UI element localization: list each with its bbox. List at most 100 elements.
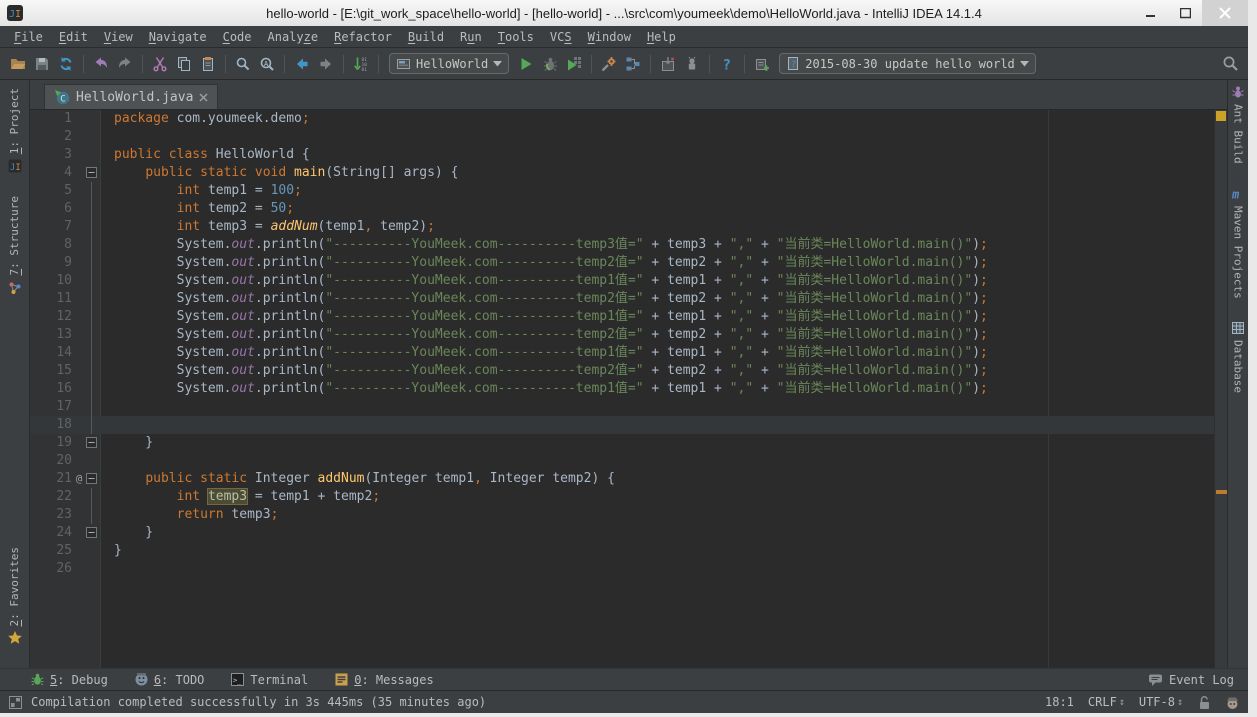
menu-item-analyze[interactable]: Analyze — [260, 28, 327, 46]
tool-button-7-structure[interactable]: 7: Structure — [7, 196, 23, 295]
code-line[interactable]: 23 return temp3; — [30, 506, 1214, 524]
code-line[interactable]: 17 — [30, 398, 1214, 416]
code-line[interactable]: 6 int temp2 = 50; — [30, 200, 1214, 218]
code-line[interactable]: 2 — [30, 128, 1214, 146]
menu-item-edit[interactable]: Edit — [51, 28, 96, 46]
menu-item-tools[interactable]: Tools — [490, 28, 542, 46]
menu-item-run[interactable]: Run — [452, 28, 490, 46]
code-editor[interactable]: 1package com.youmeek.demo;23public class… — [30, 110, 1214, 668]
fold-minus-icon[interactable] — [86, 167, 97, 178]
back-button[interactable] — [290, 52, 314, 76]
fold-region[interactable] — [84, 470, 100, 488]
menu-item-vcs[interactable]: VCS — [542, 28, 580, 46]
search-everywhere-button[interactable] — [1218, 52, 1242, 76]
status-widget-utf-8[interactable]: UTF-8↕ — [1139, 695, 1183, 709]
run-button[interactable] — [514, 52, 538, 76]
tool-button-2-favorites[interactable]: 2: Favorites — [7, 547, 23, 646]
code-line[interactable]: 7 int temp3 = addNum(temp1, temp2); — [30, 218, 1214, 236]
vcs-commit-button[interactable] — [750, 52, 774, 76]
gutter-space — [74, 326, 84, 344]
menu-item-navigate[interactable]: Navigate — [141, 28, 215, 46]
code-line[interactable]: 8 System.out.println("----------YouMeek.… — [30, 236, 1214, 254]
status-widget-18-1[interactable]: 18:1 — [1045, 695, 1074, 709]
save-all-button[interactable] — [30, 52, 54, 76]
find-button[interactable] — [231, 52, 255, 76]
code-line[interactable]: 1package com.youmeek.demo; — [30, 110, 1214, 128]
cut-button[interactable] — [148, 52, 172, 76]
menu-item-window[interactable]: Window — [580, 28, 639, 46]
menu-item-refactor[interactable]: Refactor — [326, 28, 400, 46]
code-line[interactable]: 12 System.out.println("----------YouMeek… — [30, 308, 1214, 326]
settings-button[interactable] — [597, 52, 621, 76]
warning-stripe-mark[interactable] — [1216, 490, 1227, 494]
fold-minus-icon[interactable] — [86, 527, 97, 538]
menu-item-build[interactable]: Build — [400, 28, 452, 46]
close-tab-icon[interactable] — [199, 93, 208, 102]
code-line[interactable]: 24 } — [30, 524, 1214, 542]
fold-region[interactable] — [84, 164, 100, 182]
menu-item-view[interactable]: View — [96, 28, 141, 46]
code-line[interactable]: 10 System.out.println("----------YouMeek… — [30, 272, 1214, 290]
code-line[interactable]: 3public class HelloWorld { — [30, 146, 1214, 164]
tool-button-database[interactable]: Database — [1230, 320, 1246, 393]
code-line[interactable]: 14 System.out.println("----------YouMeek… — [30, 344, 1214, 362]
code-line[interactable]: 20 — [30, 452, 1214, 470]
menu-item-help[interactable]: Help — [639, 28, 684, 46]
install-package-button[interactable] — [656, 52, 680, 76]
vcs-message-combo[interactable]: ?2015-08-30 update hello world — [779, 53, 1036, 74]
tool-button-maven-projects[interactable]: mMaven Projects — [1230, 186, 1246, 299]
help-button[interactable]: ? — [715, 52, 739, 76]
replace-button[interactable]: A — [255, 52, 279, 76]
bottom-bar-right: Event Log — [1148, 673, 1234, 687]
run-coverage-button[interactable] — [562, 52, 586, 76]
tool-button-terminal[interactable]: >_Terminal — [230, 672, 308, 687]
compare-history-button[interactable]: 011001 — [349, 52, 373, 76]
code-line[interactable]: 9 System.out.println("----------YouMeek.… — [30, 254, 1214, 272]
code-line[interactable]: 18 — [30, 416, 1214, 434]
error-stripe[interactable] — [1214, 110, 1227, 668]
android-button[interactable] — [680, 52, 704, 76]
code-line[interactable]: 26 — [30, 560, 1214, 578]
close-button[interactable] — [1202, 0, 1248, 26]
project-structure-button[interactable] — [621, 52, 645, 76]
code-line[interactable]: 25} — [30, 542, 1214, 560]
code-line[interactable]: 11 System.out.println("----------YouMeek… — [30, 290, 1214, 308]
debug-button[interactable] — [538, 52, 562, 76]
unlock-icon[interactable] — [1197, 695, 1211, 710]
maximize-button[interactable] — [1168, 0, 1202, 26]
fold-minus-icon[interactable] — [86, 473, 97, 484]
toolwindow-toggle-icon[interactable] — [8, 695, 23, 710]
code-line[interactable]: 16 System.out.println("----------YouMeek… — [30, 380, 1214, 398]
status-widget-crlf[interactable]: CRLF↕ — [1088, 695, 1125, 709]
code-line[interactable]: 13 System.out.println("----------YouMeek… — [30, 326, 1214, 344]
minimize-button[interactable] — [1134, 0, 1168, 26]
synchronize-button[interactable] — [54, 52, 78, 76]
inspector-icon[interactable] — [1225, 695, 1240, 710]
fold-minus-icon[interactable] — [86, 437, 97, 448]
redo-button[interactable] — [113, 52, 137, 76]
run-configuration-combo[interactable]: HelloWorld — [389, 53, 509, 74]
menu-item-code[interactable]: Code — [215, 28, 260, 46]
code-line[interactable]: 22 int temp3 = temp1 + temp2; — [30, 488, 1214, 506]
code-line[interactable]: 21@ public static Integer addNum(Integer… — [30, 470, 1214, 488]
code-line[interactable]: 4 public static void main(String[] args)… — [30, 164, 1214, 182]
open-folder-button[interactable] — [6, 52, 30, 76]
tool-button-1-project[interactable]: 1: ProjectJI — [7, 88, 23, 174]
code-line[interactable]: 15 System.out.println("----------YouMeek… — [30, 362, 1214, 380]
code-line[interactable]: 19 } — [30, 434, 1214, 452]
code-line[interactable]: 5 int temp1 = 100; — [30, 182, 1214, 200]
menu-item-file[interactable]: File — [6, 28, 51, 46]
inspection-status-indicator[interactable] — [1216, 111, 1226, 121]
tool-button-0-messages[interactable]: 0: Messages — [334, 672, 433, 687]
tool-button-event-log[interactable]: Event Log — [1148, 673, 1234, 687]
tool-button-ant-build[interactable]: Ant Build — [1230, 84, 1246, 164]
undo-button[interactable] — [89, 52, 113, 76]
forward-button[interactable] — [314, 52, 338, 76]
paste-button[interactable] — [196, 52, 220, 76]
tool-button-6-todo[interactable]: 6: TODO — [134, 672, 205, 687]
fold-region[interactable] — [84, 434, 100, 452]
tool-button-5-debug[interactable]: 5: Debug — [30, 672, 108, 687]
copy-button[interactable] — [172, 52, 196, 76]
tab-helloworld-java[interactable]: C HelloWorld.java — [44, 84, 218, 109]
fold-region[interactable] — [84, 524, 100, 542]
